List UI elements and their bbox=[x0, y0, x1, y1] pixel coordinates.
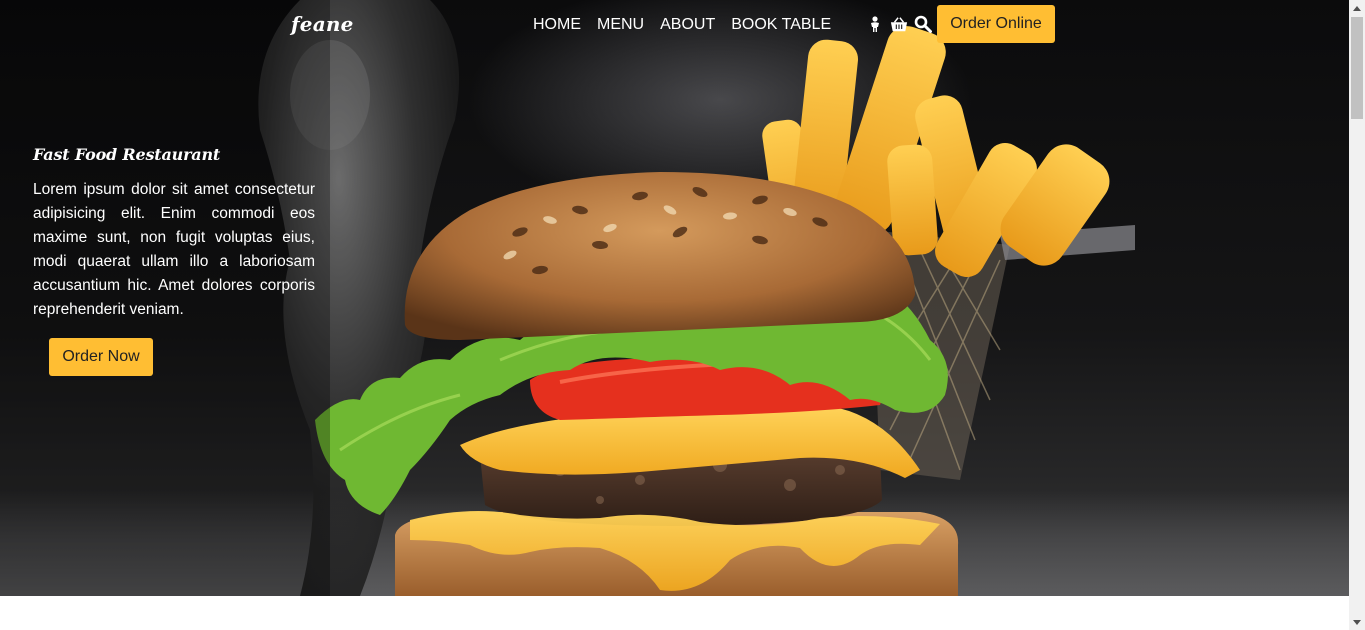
user-icon[interactable] bbox=[866, 14, 884, 34]
main-nav: HOME MENU ABOUT BOOK TABLE bbox=[533, 15, 831, 35]
scroll-down-arrow-icon[interactable] bbox=[1349, 614, 1365, 630]
brand-logo[interactable]: feane bbox=[291, 12, 354, 36]
scroll-up-arrow-icon[interactable] bbox=[1349, 0, 1365, 16]
page-scrollbar[interactable] bbox=[1349, 0, 1365, 630]
nav-home[interactable]: HOME bbox=[533, 15, 581, 35]
search-icon[interactable] bbox=[914, 14, 932, 34]
page: feane HOME MENU ABOUT BOOK TABLE Order O… bbox=[0, 0, 1349, 630]
scroll-thumb[interactable] bbox=[1351, 17, 1363, 119]
hero-section: feane HOME MENU ABOUT BOOK TABLE Order O… bbox=[0, 0, 1349, 596]
nav-book-table[interactable]: BOOK TABLE bbox=[731, 15, 831, 35]
nav-about[interactable]: ABOUT bbox=[660, 15, 715, 35]
nav-menu[interactable]: MENU bbox=[597, 15, 644, 35]
hero-title: Fast Food Restaurant bbox=[33, 145, 221, 164]
header-icons bbox=[866, 14, 932, 34]
order-online-button[interactable]: Order Online bbox=[937, 5, 1055, 43]
hero-description: Lorem ipsum dolor sit amet consectetur a… bbox=[33, 181, 315, 318]
order-now-button[interactable]: Order Now bbox=[49, 338, 153, 376]
cart-icon[interactable] bbox=[890, 14, 908, 34]
